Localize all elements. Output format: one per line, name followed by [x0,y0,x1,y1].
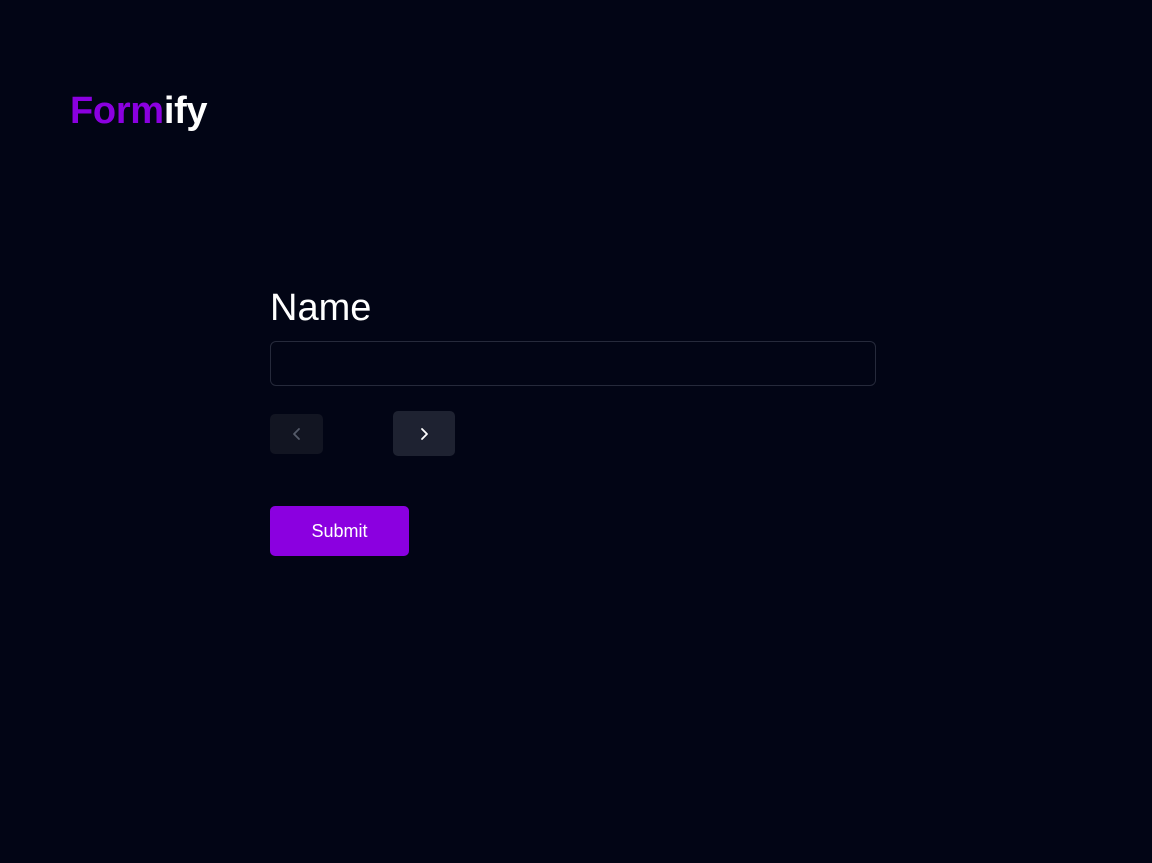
chevron-right-icon [416,426,432,442]
previous-button[interactable] [270,414,323,454]
next-button[interactable] [393,411,455,456]
submit-button[interactable]: Submit [270,506,409,556]
brand-logo: Formify [70,89,208,133]
brand-logo-accent: Form [70,90,164,132]
brand-logo-rest: ify [163,90,208,132]
chevron-left-icon [289,426,305,442]
name-input[interactable] [270,341,876,386]
name-field-label: Name [270,287,372,329]
